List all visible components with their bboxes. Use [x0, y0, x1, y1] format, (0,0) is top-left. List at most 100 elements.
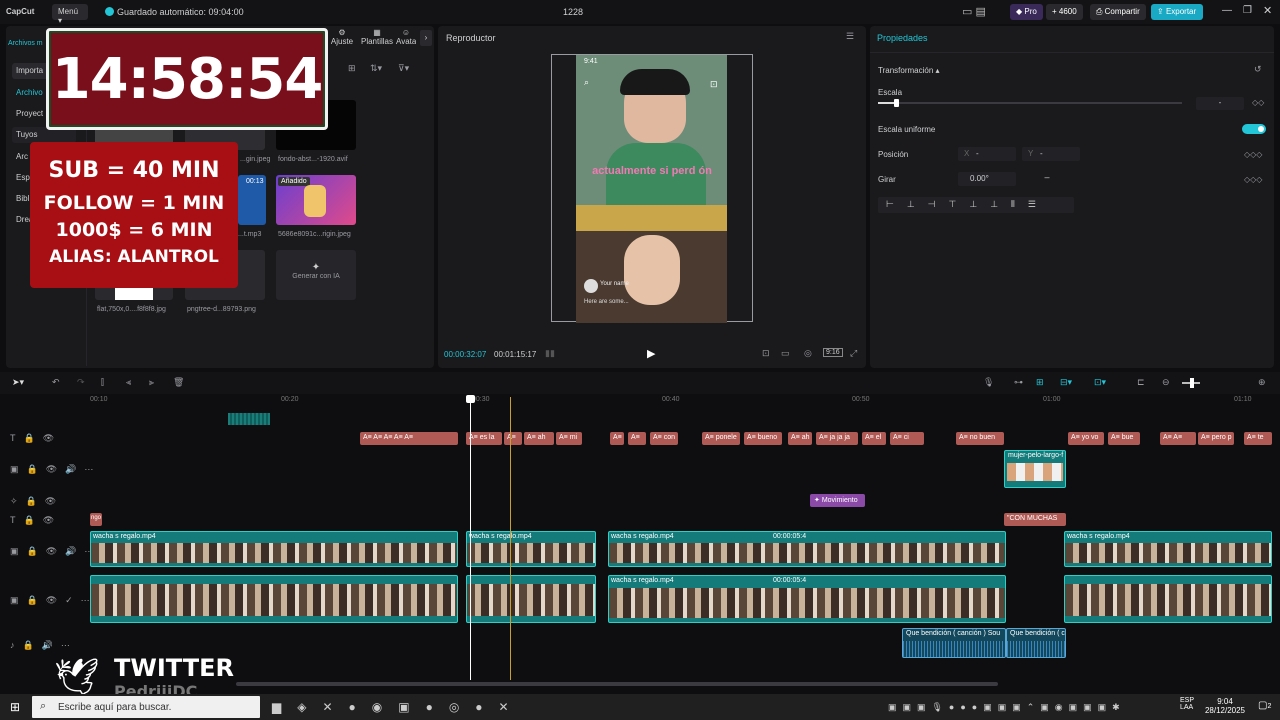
pro-badge[interactable]: ◆ Pro	[1010, 4, 1043, 20]
language-indicator[interactable]: ESP LAA	[1180, 697, 1194, 711]
effect-track-header[interactable]: ✧🔒👁	[10, 496, 64, 507]
text-clip[interactable]: ngo	[90, 513, 102, 526]
tab-templates[interactable]: ▦ Plantillas	[360, 28, 394, 46]
text-clip[interactable]: A≡ con	[650, 432, 678, 445]
zoom-out-icon[interactable]: ⊖	[1162, 377, 1170, 388]
video-clip[interactable]: wacha s regalo.mp4 00:00:05:4	[608, 531, 1006, 567]
main-video-clip[interactable]	[90, 575, 458, 623]
rotate-dial[interactable]: –	[1040, 172, 1054, 186]
text-clip[interactable]: A≡ A≡ A≡ A≡ A≡	[360, 432, 458, 445]
text-clip[interactable]: A≡ bueno	[744, 432, 782, 445]
scale-input[interactable]: -	[1196, 97, 1244, 110]
text-clip[interactable]: A≡ te	[1244, 432, 1272, 445]
snapshot-icon[interactable]: ◎	[804, 348, 812, 359]
layout-icon[interactable]: ▭ ▤	[962, 5, 986, 18]
taskbar-search[interactable]: ⌕ Escribe aquí para buscar.	[32, 696, 260, 718]
text-clip[interactable]: A≡	[504, 432, 522, 445]
maximize-icon[interactable]: ❐	[1243, 5, 1252, 16]
reset-icon[interactable]: ↺	[1254, 64, 1262, 75]
scale-handle[interactable]	[894, 99, 900, 107]
notification-icon[interactable]: ▢2	[1258, 700, 1271, 711]
split-right-icon[interactable]: ⫸	[149, 377, 154, 388]
clock[interactable]: 9:04 28/12/2025	[1200, 697, 1250, 715]
text-clip[interactable]: A≡ ci	[890, 432, 924, 445]
video-track-header[interactable]: ▣🔒👁🔊⋯	[10, 546, 101, 557]
media-thumb-audio[interactable]: 00:13	[238, 175, 266, 225]
text-clip[interactable]: "CON MUCHAS	[1004, 513, 1066, 526]
minimize-icon[interactable]: —	[1222, 5, 1232, 16]
main-video-clip[interactable]: wacha s regalo.mp4 00:00:05:4	[608, 575, 1006, 623]
main-video-clip[interactable]	[1064, 575, 1272, 623]
fullscreen-icon[interactable]: ⤢	[850, 348, 857, 359]
overlay-clip[interactable]: mujer-pelo-largo-f	[1004, 450, 1066, 488]
text-track-header[interactable]: T🔒👁	[10, 433, 62, 444]
microphone-icon[interactable]: 🎙	[983, 377, 994, 388]
text-clip[interactable]: A≡ pero p	[1198, 432, 1234, 445]
transform-section[interactable]: Transformación ▴	[878, 66, 940, 75]
main-video-clip[interactable]	[466, 575, 596, 623]
keyframe-icon[interactable]: ◇◇	[1252, 98, 1264, 107]
menu-icon[interactable]: ☰	[846, 31, 854, 42]
menu-button[interactable]: Menú ▾	[52, 4, 88, 25]
audio-clip[interactable]: Que bendición ( c	[1006, 628, 1066, 658]
grid-view-icon[interactable]: ⊞	[348, 63, 356, 74]
text-clip[interactable]: A≡ ponele	[702, 432, 740, 445]
video-clip[interactable]: wacha s regalo.mp4	[1064, 531, 1272, 567]
audio-waveform-clip[interactable]	[228, 413, 270, 425]
audio-clip[interactable]: Que bendición ( canción ) Sou	[902, 628, 1006, 658]
taskbar-apps[interactable]: ▆◈✕●◉▣●◎●✕	[272, 700, 582, 714]
text-clip[interactable]: A≡ ah	[524, 432, 554, 445]
text-clip[interactable]: A≡ yo vo	[1068, 432, 1104, 445]
split-left-icon[interactable]: ⫷	[126, 377, 131, 388]
magnet-icon[interactable]: ⊞	[1036, 377, 1044, 388]
position-y-input[interactable]: Y -	[1022, 147, 1080, 161]
redo-icon[interactable]: ↷	[77, 377, 85, 388]
chevron-right-icon[interactable]: ›	[420, 30, 432, 46]
tab-avatar[interactable]: ☺ Avata	[396, 28, 416, 46]
project-name[interactable]: 1228	[563, 7, 583, 17]
text-clip[interactable]: A≡	[610, 432, 624, 445]
text-clip[interactable]: A≡	[628, 432, 646, 445]
scale-slider[interactable]	[878, 99, 1182, 107]
audio-track-header[interactable]: ♪🔒🔊⋯	[10, 640, 78, 651]
generate-ai-button[interactable]: ✦ Generar con IA	[276, 250, 356, 300]
snap-icon[interactable]: ⊟▾	[1060, 377, 1072, 388]
quality-icon[interactable]: ▭	[781, 348, 790, 359]
sort-icon[interactable]: ⇅▾	[370, 63, 382, 74]
system-tray[interactable]: ▣▣▣🎙●●●▣▣▣⌃▣◉▣▣▣✱	[888, 702, 1160, 713]
keyframe-icon[interactable]: ◇◇◇	[1244, 150, 1262, 159]
playhead[interactable]	[470, 395, 471, 680]
text-clip[interactable]: A≡ ah	[788, 432, 812, 445]
text-clip[interactable]: A≡ A≡	[1160, 432, 1196, 445]
delete-icon[interactable]: 🗑	[173, 377, 184, 388]
timeline-scrollbar[interactable]	[236, 682, 998, 686]
cursor-icon[interactable]: ➤▾	[12, 377, 24, 388]
canvas-frame[interactable]: 9:41 ⌕ ⊡ actualmente si perd ón Your nam…	[551, 54, 753, 323]
text-track2-header[interactable]: T🔒👁	[10, 515, 62, 526]
position-x-input[interactable]: X -	[958, 147, 1016, 161]
filter-icon[interactable]: ⊽▾	[398, 63, 409, 74]
close-icon[interactable]: ✕	[1263, 4, 1272, 17]
text-clip[interactable]: A≡ bue	[1108, 432, 1140, 445]
text-clip[interactable]: A≡ es la	[466, 432, 502, 445]
effect-clip[interactable]: ✦ Movimiento	[810, 494, 865, 507]
tab-adjust[interactable]: ⚙ Ajuste	[330, 28, 354, 46]
overlay-track-header[interactable]: ▣🔒👁🔊⋯	[10, 464, 101, 475]
keyframe-icon[interactable]: ◇◇◇	[1244, 175, 1262, 184]
text-clip[interactable]: A≡ no buen	[956, 432, 1004, 445]
undo-icon[interactable]: ↶	[52, 377, 60, 388]
credits-badge[interactable]: + 4600	[1046, 4, 1083, 20]
rotate-input[interactable]: 0.00°	[958, 172, 1016, 186]
windows-start-icon[interactable]: ⊞	[10, 700, 20, 714]
ratio-button[interactable]: 9:16	[823, 348, 843, 357]
align-toolbar[interactable]: ⊢⊥⊣⊤⊥⊥⫴☰	[878, 197, 1074, 213]
link-icon[interactable]: ⊶	[1014, 377, 1023, 388]
text-clip[interactable]: A≡ el	[862, 432, 886, 445]
text-clip[interactable]: A≡ mi	[556, 432, 582, 445]
crop-icon[interactable]: ⊡	[762, 348, 770, 359]
playhead-handle[interactable]	[466, 395, 475, 403]
zoom-handle[interactable]	[1190, 378, 1194, 388]
video-clip[interactable]: wacha s regalo.mp4	[90, 531, 458, 567]
media-thumb[interactable]: Añadido	[276, 175, 356, 225]
text-clip[interactable]: A≡ ja ja ja	[816, 432, 858, 445]
